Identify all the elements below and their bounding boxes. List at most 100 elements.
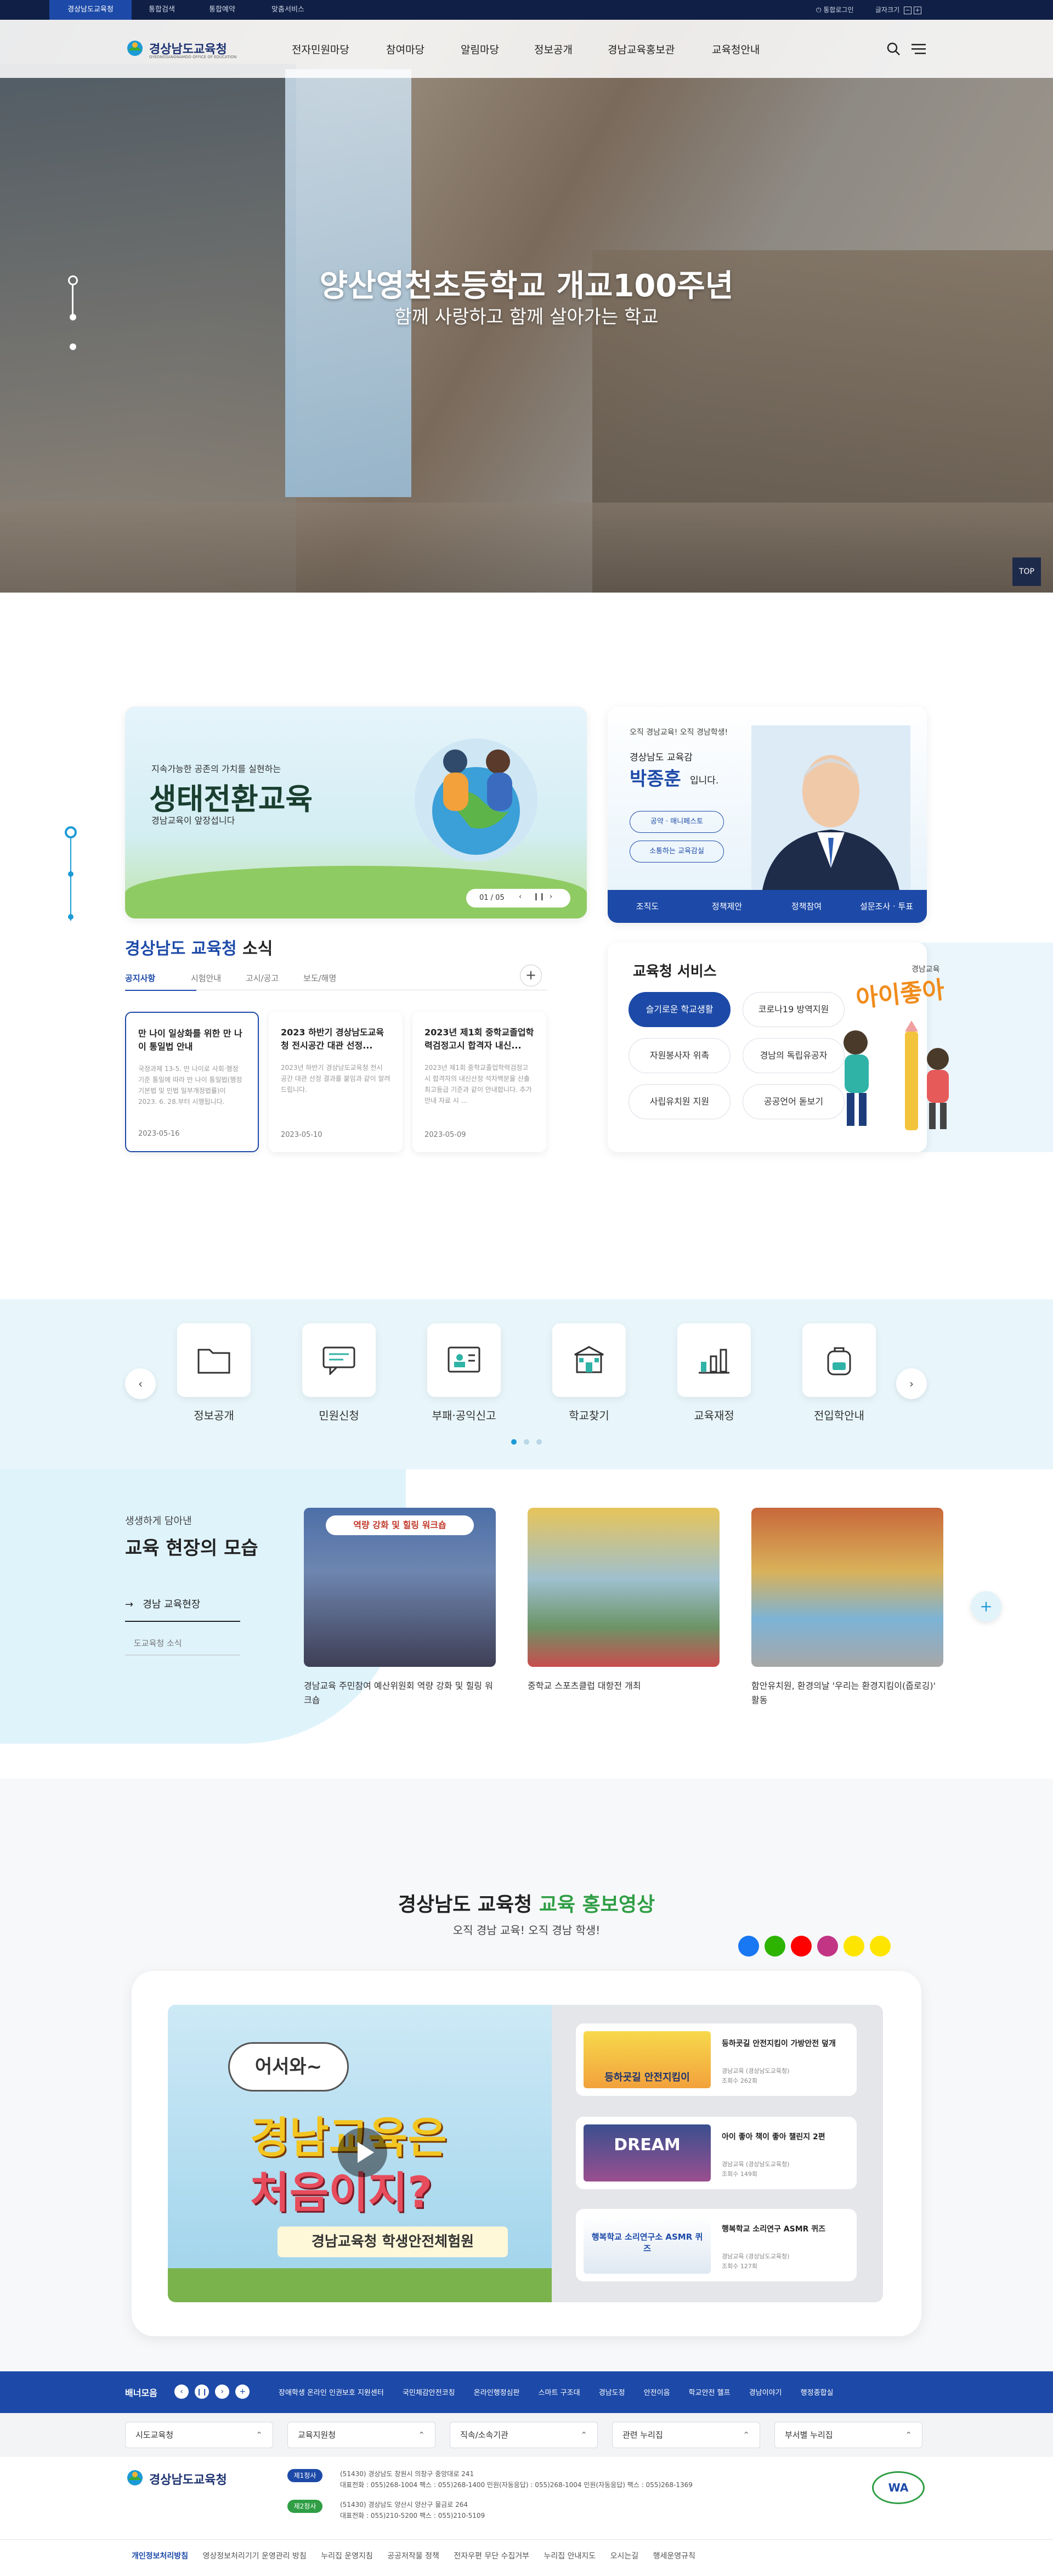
instagram-icon[interactable]: [817, 1936, 838, 1957]
quick-item[interactable]: 부패·공익신고: [427, 1323, 501, 1423]
footer-link[interactable]: 누리집 안내지도: [544, 2552, 596, 2561]
banner-link[interactable]: 학교안전 헬프: [689, 2389, 731, 2397]
gnb-item-pr[interactable]: 경남교육홍보관: [608, 42, 675, 57]
main-video[interactable]: 어서와~ 경남교육은 처음이지? 경남교육청 학생안전체험원: [168, 2005, 552, 2302]
footer-select[interactable]: 부서별 누리집: [774, 2422, 922, 2448]
footer-link[interactable]: 전자우편 무단 수집거부: [454, 2552, 529, 2561]
field-more-button[interactable]: +: [971, 1591, 1001, 1622]
search-icon[interactable]: [886, 42, 901, 56]
footer-link[interactable]: 공공저작물 정책: [387, 2552, 439, 2561]
banner-more-icon[interactable]: +: [235, 2385, 250, 2399]
hero-dot-1[interactable]: [68, 275, 78, 285]
banner-link[interactable]: 경남도정: [599, 2389, 625, 2397]
manifesto-button[interactable]: 공약 · 매니페스토: [630, 811, 724, 833]
kakao-channel-icon[interactable]: [870, 1936, 891, 1957]
quick-item[interactable]: 전입학안내: [802, 1323, 876, 1423]
prev-icon[interactable]: ‹: [519, 893, 522, 901]
gnb-item-civil[interactable]: 전자민원마당: [292, 42, 349, 57]
video-item-views: 조회수 127회: [722, 2263, 757, 2270]
news-card[interactable]: 만 나이 일상화를 위한 만 나이 통일법 안내 국정과제 13-5. 만 나이…: [125, 1012, 259, 1152]
banner-link[interactable]: 장애학생 온라인 인권보호 지원센터: [279, 2389, 384, 2397]
footer-select[interactable]: 교육지원청: [287, 2422, 435, 2448]
menu-icon[interactable]: [912, 43, 926, 55]
banner-link[interactable]: 행정종합실: [801, 2389, 834, 2397]
next-icon[interactable]: ›: [550, 893, 552, 901]
tab-org-chart[interactable]: 조직도: [608, 890, 687, 923]
tab-survey[interactable]: 설문조사 · 투표: [846, 890, 927, 923]
office-button[interactable]: 소통하는 교육감실: [630, 841, 724, 863]
earth-illustration-icon: [415, 739, 537, 861]
field-photo-card[interactable]: 역량 강화 및 힐링 워크숍 경남교육 주민참여 예산위원회 역량 강화 및 힐…: [304, 1508, 496, 1707]
news-tab-exam[interactable]: 시험안내: [191, 973, 221, 983]
news-card[interactable]: 2023 하반기 경상남도교육청 전시공간 대관 선정... 2023년 하반기…: [269, 1012, 403, 1152]
gnb-item-disclosure[interactable]: 정보공개: [534, 42, 573, 57]
quick-dot[interactable]: [511, 1439, 517, 1445]
logo-mark-icon: [127, 41, 143, 56]
banner-link[interactable]: 온라인행정심판: [474, 2389, 520, 2397]
news-more-button[interactable]: +: [520, 965, 542, 987]
footer-select[interactable]: 관련 누리집: [612, 2422, 760, 2448]
tab-policy-participate[interactable]: 정책참여: [767, 890, 846, 923]
kakaotalk-icon[interactable]: [843, 1936, 864, 1957]
video-list-item[interactable]: 행복학교 소리연구소 ASMR 퀴즈 행복학교 소리연구 ASMR 퀴즈 경남교…: [576, 2209, 857, 2281]
news-tab-notice[interactable]: 공지사항: [125, 973, 155, 983]
gnb-item-participation[interactable]: 참여마당: [386, 42, 424, 57]
top-button[interactable]: TOP: [1012, 557, 1041, 586]
banner-pause-icon[interactable]: ❙❙: [195, 2385, 210, 2399]
login-link[interactable]: ⏻ 통합로그인: [816, 0, 854, 20]
banner-link[interactable]: 국민체감안전코칭: [403, 2389, 455, 2397]
banner-next-icon[interactable]: ›: [215, 2385, 230, 2399]
field-link-active[interactable]: → 경남 교육현장: [125, 1597, 200, 1611]
news-tab-press[interactable]: 보도/해명: [303, 973, 336, 983]
news-card[interactable]: 2023년 제1회 중학교졸업학력검정고시 합격자 내신... 2023년 제1…: [412, 1012, 546, 1152]
banner-prev-icon[interactable]: ‹: [174, 2385, 189, 2399]
gnb-item-about[interactable]: 교육청안내: [712, 42, 760, 57]
service-button[interactable]: 자원봉사자 위촉: [629, 1038, 731, 1073]
banner-link[interactable]: 스마트 구조대: [539, 2389, 580, 2397]
blog-icon[interactable]: [765, 1936, 785, 1957]
footer-select[interactable]: 직속/소속기관: [450, 2422, 598, 2448]
zoom-in-icon[interactable]: +: [913, 7, 921, 14]
quick-prev-button[interactable]: ‹: [125, 1368, 156, 1399]
video-item-views: 조회수 149회: [722, 2171, 757, 2178]
util-tab-reserve[interactable]: 통합예약: [192, 0, 252, 20]
field-photo-card[interactable]: 함안유치원, 환경의날 '우리는 환경지킴이(줍로깅)' 활동: [751, 1508, 943, 1707]
quick-next-button[interactable]: ›: [896, 1368, 927, 1399]
banner-link[interactable]: 안전이음: [644, 2389, 670, 2397]
quick-dot[interactable]: [524, 1439, 530, 1445]
banner-link[interactable]: 경남이야기: [749, 2389, 782, 2397]
quick-dot[interactable]: [536, 1439, 542, 1445]
video-list-item[interactable]: DREAM 아이 좋아 책이 좋아 챌린지 2편 경남교육 (경상남도교육청) …: [576, 2117, 857, 2189]
footer-link[interactable]: 오시는길: [610, 2552, 639, 2561]
quick-item[interactable]: 교육재정: [677, 1323, 751, 1423]
quick-item[interactable]: 학교찾기: [552, 1323, 626, 1423]
footer-link[interactable]: 영상정보처리기기 운영관리 방침: [203, 2552, 307, 2561]
hero-dot-2[interactable]: [70, 314, 76, 320]
quick-item-label: 전입학안내: [814, 1409, 864, 1422]
quick-item[interactable]: 민원신청: [302, 1323, 376, 1423]
util-tab-search[interactable]: 통합검색: [132, 0, 192, 20]
video-list-item[interactable]: 등하굣길 안전지킴이 등하굣길 안전지킴이 가방안전 덮개 경남교육 (경상남도…: [576, 2023, 857, 2096]
util-tab-custom[interactable]: 맞춤서비스: [252, 0, 324, 20]
news-tab-announce[interactable]: 고시/공고: [246, 973, 279, 983]
ecology-banner[interactable]: 지속가능한 공존의 가치를 실현하는 생태전환교육 경남교육이 앞장섭니다 01…: [125, 707, 587, 918]
hero-dot-3[interactable]: [70, 343, 76, 350]
footer-select[interactable]: 시도교육청: [125, 2422, 273, 2448]
font-size-control[interactable]: 글자크기 − +: [875, 0, 921, 20]
field-link-secondary[interactable]: 도교육청 소식: [134, 1637, 182, 1649]
pause-icon[interactable]: ❙❙: [533, 893, 545, 901]
gnb-item-notice[interactable]: 알림마당: [461, 42, 499, 57]
zoom-out-icon[interactable]: −: [904, 7, 912, 14]
service-button[interactable]: 슬기로운 학교생활: [629, 992, 731, 1027]
service-button[interactable]: 사립유치원 지원: [629, 1084, 731, 1119]
footer-link[interactable]: 행세운영규칙: [653, 2552, 695, 2561]
facebook-icon[interactable]: [738, 1936, 759, 1957]
play-button[interactable]: [338, 2128, 387, 2177]
footer-link[interactable]: 누리집 운영지침: [321, 2552, 373, 2561]
youtube-icon[interactable]: [791, 1936, 812, 1957]
quick-item[interactable]: 정보공개: [177, 1323, 251, 1423]
field-photo-card[interactable]: 중학교 스포츠클럽 대항전 개최: [528, 1508, 720, 1693]
privacy-policy-link[interactable]: 개인정보처리방침: [132, 2552, 188, 2561]
util-tab-office[interactable]: 경상남도교육청: [49, 0, 132, 20]
tab-policy-suggest[interactable]: 정책제안: [687, 890, 767, 923]
